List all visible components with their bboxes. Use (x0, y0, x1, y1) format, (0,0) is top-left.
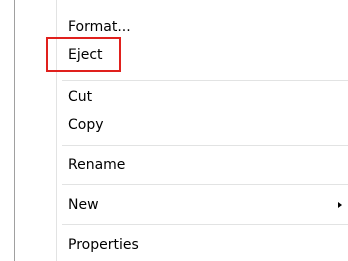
submenu-arrow-icon (338, 202, 342, 208)
menu-item-new[interactable]: New (62, 194, 348, 216)
menu-left-border (14, 0, 15, 261)
menu-item-rename[interactable]: Rename (62, 154, 348, 176)
menu-separator (62, 145, 348, 146)
menu-gutter-line (56, 0, 57, 261)
menu-item-cut[interactable]: Cut (62, 86, 348, 108)
menu-item-label: Rename (68, 157, 126, 173)
menu-item-properties[interactable]: Properties (62, 234, 348, 256)
menu-item-label: Eject (68, 47, 103, 63)
menu-separator (62, 80, 348, 81)
menu-item-label: New (68, 197, 99, 213)
menu-item-eject[interactable]: Eject (62, 44, 348, 66)
menu-separator (62, 184, 348, 185)
context-menu: Format... Eject Cut Copy Rename New Prop… (0, 0, 348, 261)
menu-item-label: Properties (68, 237, 139, 253)
menu-separator (62, 224, 348, 225)
menu-item-label: Copy (68, 117, 104, 133)
menu-item-format[interactable]: Format... (62, 16, 348, 38)
menu-item-label: Cut (68, 89, 93, 105)
menu-item-label: Format... (68, 19, 131, 35)
menu-item-copy[interactable]: Copy (62, 114, 348, 136)
